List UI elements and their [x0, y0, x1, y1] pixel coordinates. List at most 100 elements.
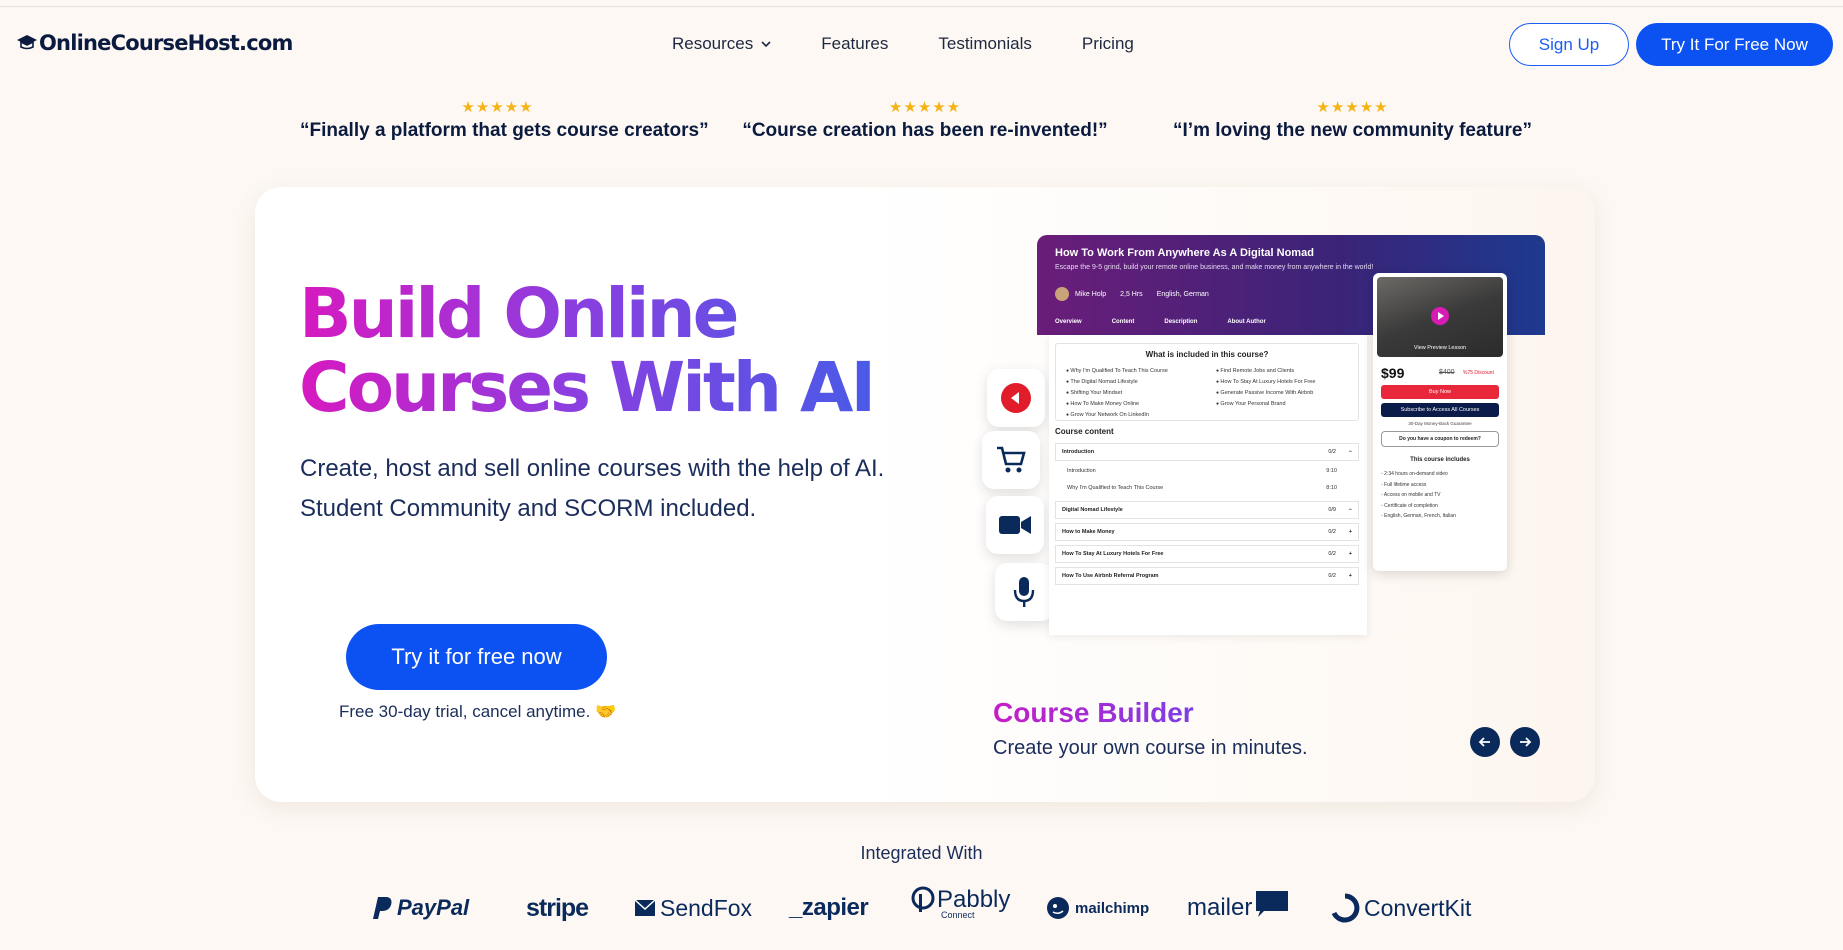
course-languages: English, German [1156, 290, 1209, 298]
tab-description[interactable]: Description [1164, 319, 1197, 325]
lesson-label: Introduction [1067, 468, 1096, 474]
purchase-card: View Preview Lesson $99 $400 %75 Discoun… [1373, 273, 1507, 571]
lesson-label: Why I'm Qualified to Teach This Course [1067, 485, 1164, 491]
expand-icon[interactable]: + [1349, 529, 1352, 535]
tab-content[interactable]: Content [1112, 319, 1135, 325]
integration-logos: PayPal stripe SendFox _zapier Pabbly Con… [0, 886, 1843, 930]
logo-text: OnlineCourseHost.com [39, 31, 293, 55]
stripe-logo: stripe [526, 893, 589, 922]
avatar [1055, 287, 1069, 301]
section-count: 0/2 [1328, 551, 1336, 557]
signup-button[interactable]: Sign Up [1509, 23, 1629, 66]
course-meta: Mike Holp 2,5 Hrs English, German [1055, 287, 1223, 301]
nav-testimonials[interactable]: Testimonials [938, 34, 1032, 54]
try-free-header-button[interactable]: Try It For Free Now [1636, 23, 1833, 66]
course-content-title: Course content [1055, 427, 1114, 436]
section-count: 0/2 [1328, 573, 1336, 579]
paypal-icon [373, 897, 392, 919]
carousel-prev-button[interactable] [1470, 727, 1500, 757]
included-title: What is included in this course? [1145, 350, 1269, 359]
try-free-hero-button[interactable]: Try it for free now [346, 624, 607, 690]
list-item: English, German, French, Italian [1381, 511, 1456, 522]
lesson-time: 9:10 [1326, 468, 1337, 474]
subscribe-button[interactable]: Subscribe to Access All Courses [1381, 403, 1499, 417]
lesson-row[interactable]: Introduction 9:10 [1055, 463, 1359, 479]
list-item: Access on mobile and TV [1381, 490, 1456, 501]
star-rating: ★★★★★ [888, 99, 962, 116]
list-item: Full lifetime access [1381, 480, 1456, 491]
star-rating: ★★★★★ [1316, 99, 1389, 116]
mailchimp-logo: mailchimp [1045, 890, 1149, 926]
section-label: How To Stay At Luxury Hotels For Free [1062, 551, 1164, 557]
buy-now-button[interactable]: Buy Now [1381, 385, 1499, 399]
list-item: Grow Your Personal Brand [1216, 399, 1315, 410]
section-row[interactable]: Digital Nomad Lifestyle 0/9 − [1055, 501, 1359, 519]
section-label: How to Make Money [1062, 529, 1115, 535]
section-row[interactable]: Introduction 0/2 − [1055, 443, 1359, 461]
list-item: Generate Passive Income With Airbnb [1216, 388, 1315, 399]
play-icon[interactable] [1431, 307, 1449, 325]
chevron-down-icon [761, 41, 771, 48]
list-item: Grow Your Network On LinkedIn [1066, 410, 1168, 421]
list-item: Find Remote Jobs and Clients [1216, 366, 1315, 377]
nav-pricing[interactable]: Pricing [1082, 34, 1134, 54]
mailchimp-icon [1047, 897, 1069, 919]
section-label: Digital Nomad Lifestyle [1062, 507, 1123, 513]
list-item: Certificate of completion [1381, 501, 1456, 512]
chat-bubble-icon [1256, 891, 1289, 917]
hero-title: Build Online Courses With AI [299, 277, 919, 425]
collapse-icon[interactable]: − [1349, 507, 1352, 513]
coupon-button[interactable]: Do you have a coupon to redeem? [1381, 431, 1499, 447]
collapse-icon[interactable]: − [1349, 449, 1352, 455]
nav-pricing-label: Pricing [1081, 34, 1134, 53]
arrow-right-icon [1520, 737, 1532, 747]
site-logo[interactable]: OnlineCourseHost.com [16, 31, 293, 55]
video-camera-icon[interactable] [986, 496, 1044, 554]
convertkit-logo: ConvertKit [1330, 890, 1471, 926]
testimonial-quote: “Course creation has been re-invented!” [742, 120, 1108, 141]
section-count: 0/9 [1328, 507, 1336, 513]
section-row[interactable]: How To Stay At Luxury Hotels For Free 0/… [1055, 545, 1359, 563]
old-price: $400 [1439, 369, 1455, 376]
expand-icon[interactable]: + [1349, 551, 1352, 557]
included-box: What is included in this course? Why I'm… [1055, 343, 1359, 421]
section-count: 0/2 [1328, 529, 1336, 535]
carousel-next-button[interactable] [1510, 727, 1540, 757]
section-label: How To Use Airbnb Referral Program [1062, 573, 1159, 579]
star-rating: ★★★★★ [461, 99, 534, 116]
sendfox-icon [634, 899, 656, 916]
lesson-time: 8:10 [1326, 485, 1337, 491]
testimonial-item: ★★★★★ “I’m loving the new community feat… [1170, 98, 1535, 142]
section-row[interactable]: How To Use Airbnb Referral Program 0/2 + [1055, 567, 1359, 585]
tab-overview[interactable]: Overview [1055, 319, 1082, 325]
testimonial-quote: “Finally a platform that gets course cre… [300, 120, 709, 141]
nav-resources[interactable]: Resources [672, 34, 771, 54]
included-list-left: Why I'm Qualified To Teach This Course T… [1066, 366, 1168, 421]
author-name: Mike Holp [1075, 290, 1107, 298]
list-item: How To Stay At Luxury Hotels For Free [1216, 377, 1315, 388]
nav-resources-label: Resources [672, 34, 754, 53]
course-price: $99 [1381, 365, 1405, 381]
paypal-logo: PayPal [372, 890, 469, 926]
lesson-row[interactable]: Why I'm Qualified to Teach This Course 8… [1055, 480, 1359, 496]
testimonial-quote: “I’m loving the new community feature” [1173, 120, 1532, 141]
mailerlite-logo: mailer [1187, 890, 1290, 926]
expand-icon[interactable]: + [1349, 573, 1352, 579]
hero-subtitle: Create, host and sell online courses wit… [300, 455, 885, 522]
list-item: 2:34 hours on-demand video [1381, 469, 1456, 480]
graduation-cap-icon [17, 35, 37, 50]
list-item: The Digital Nomad Lifestyle [1066, 377, 1168, 388]
preview-video[interactable]: View Preview Lesson [1377, 277, 1503, 357]
section-count: 0/2 [1328, 449, 1336, 455]
nav-features[interactable]: Features [821, 34, 888, 54]
includes-list: 2:34 hours on-demand video Full lifetime… [1381, 469, 1456, 522]
cart-icon[interactable] [982, 431, 1040, 489]
discount-label: %75 Discount [1463, 370, 1494, 376]
course-title: How To Work From Anywhere As A Digital N… [1055, 247, 1314, 259]
section-row[interactable]: How to Make Money 0/2 + [1055, 523, 1359, 541]
zapier-logo: _zapier [789, 894, 869, 921]
preview-label: View Preview Lesson [1413, 345, 1467, 351]
tab-about-author[interactable]: About Author [1227, 319, 1265, 325]
list-item: Why I'm Qualified To Teach This Course [1066, 366, 1167, 377]
arrow-left-icon [1478, 737, 1490, 747]
